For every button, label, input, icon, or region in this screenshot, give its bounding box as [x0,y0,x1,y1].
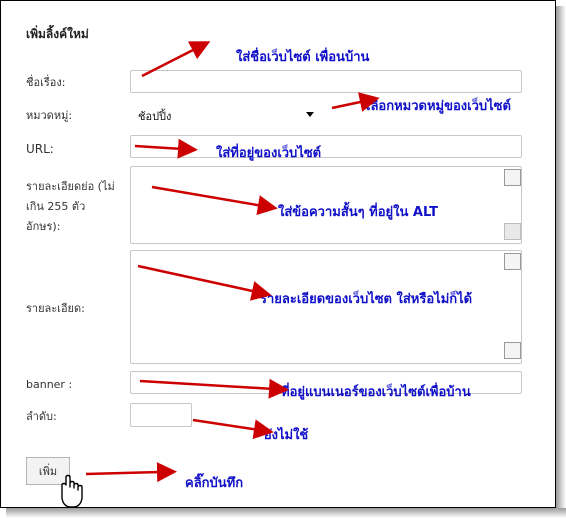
arrow-order [192,418,274,440]
arrow-short-desc [151,185,278,216]
arrow-title [141,41,211,78]
arrow-detail [137,264,272,301]
arrow-url [134,138,198,159]
arrow-category [331,92,380,112]
arrow-banner [139,378,289,399]
annotation-arrows [61,41,380,508]
hand-cursor-icon [61,474,83,508]
arrow-submit [85,462,177,483]
